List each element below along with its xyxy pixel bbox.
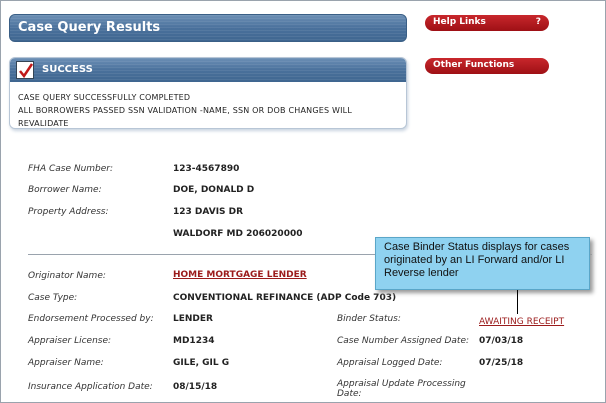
borrower-name-value: DOE, DONALD D — [173, 185, 255, 195]
insurance-application-value: 08/15/18 — [173, 382, 218, 392]
question-icon: ? — [535, 17, 541, 27]
property-address-label: Property Address: — [28, 207, 109, 217]
originator-name-link[interactable]: HOME MORTGAGE LENDER — [173, 270, 307, 280]
help-links-label: Help Links — [433, 17, 486, 27]
appraiser-license-label: Appraiser License: — [28, 336, 112, 346]
other-functions-label: Other Functions — [433, 60, 515, 70]
appraiser-name-value: GILE, GIL G — [173, 358, 230, 368]
property-address-line1: 123 DAVIS DR — [173, 207, 244, 217]
appraisal-logged-label: Appraisal Logged Date: — [337, 358, 443, 368]
page-title: Case Query Results — [18, 20, 161, 35]
endorsement-processed-label: Endorsement Processed by: — [28, 314, 154, 324]
success-message: CASE QUERY SUCCESSFULLY COMPLETED ALL BO… — [18, 91, 352, 130]
property-address-line2: WALDORF MD 206020000 — [173, 229, 303, 239]
success-line: ALL BORROWERS PASSED SSN VALIDATION -NAM… — [18, 106, 352, 115]
fha-case-number-label: FHA Case Number: — [28, 164, 114, 174]
appraisal-update-label: Appraisal Update Processing Date: — [337, 379, 466, 399]
originator-name-label: Originator Name: — [28, 271, 106, 281]
success-line: REVALIDATE — [18, 119, 69, 128]
binder-status-link[interactable]: AWAITING RECEIPT — [479, 317, 564, 327]
borrower-name-label: Borrower Name: — [28, 185, 102, 195]
fha-case-number-value: 123-4567890 — [173, 164, 240, 174]
callout-pointer-line — [517, 290, 518, 314]
success-header: SUCCESS — [10, 58, 406, 82]
appraiser-license-value: MD1234 — [173, 336, 215, 346]
page-title-bar: Case Query Results — [9, 14, 407, 42]
binder-status-label: Binder Status: — [337, 314, 401, 324]
case-number-assigned-label: Case Number Assigned Date: — [337, 336, 470, 346]
appraisal-logged-value: 07/25/18 — [479, 358, 524, 368]
success-title: SUCCESS — [42, 64, 93, 75]
help-links-button[interactable]: Help Links ? — [425, 15, 549, 31]
appraisal-update-label-line1: Appraisal Update Processing — [337, 379, 466, 389]
case-type-value: CONVENTIONAL REFINANCE (ADP Code 703) — [173, 293, 397, 303]
endorsement-processed-value: LENDER — [173, 314, 213, 324]
other-functions-button[interactable]: Other Functions — [425, 58, 549, 74]
binder-status-callout: Case Binder Status displays for cases or… — [375, 237, 590, 290]
appraisal-update-label-line2: Date: — [337, 389, 362, 399]
page-frame: Case Query Results Help Links ? Other Fu… — [0, 0, 606, 403]
success-panel: SUCCESS CASE QUERY SUCCESSFULLY COMPLETE… — [9, 57, 407, 129]
checkmark-icon — [16, 61, 34, 79]
success-line: CASE QUERY SUCCESSFULLY COMPLETED — [18, 93, 191, 102]
case-type-label: Case Type: — [28, 293, 78, 303]
appraiser-name-label: Appraiser Name: — [28, 358, 104, 368]
case-number-assigned-value: 07/03/18 — [479, 336, 524, 346]
insurance-application-label: Insurance Application Date: — [28, 382, 153, 392]
